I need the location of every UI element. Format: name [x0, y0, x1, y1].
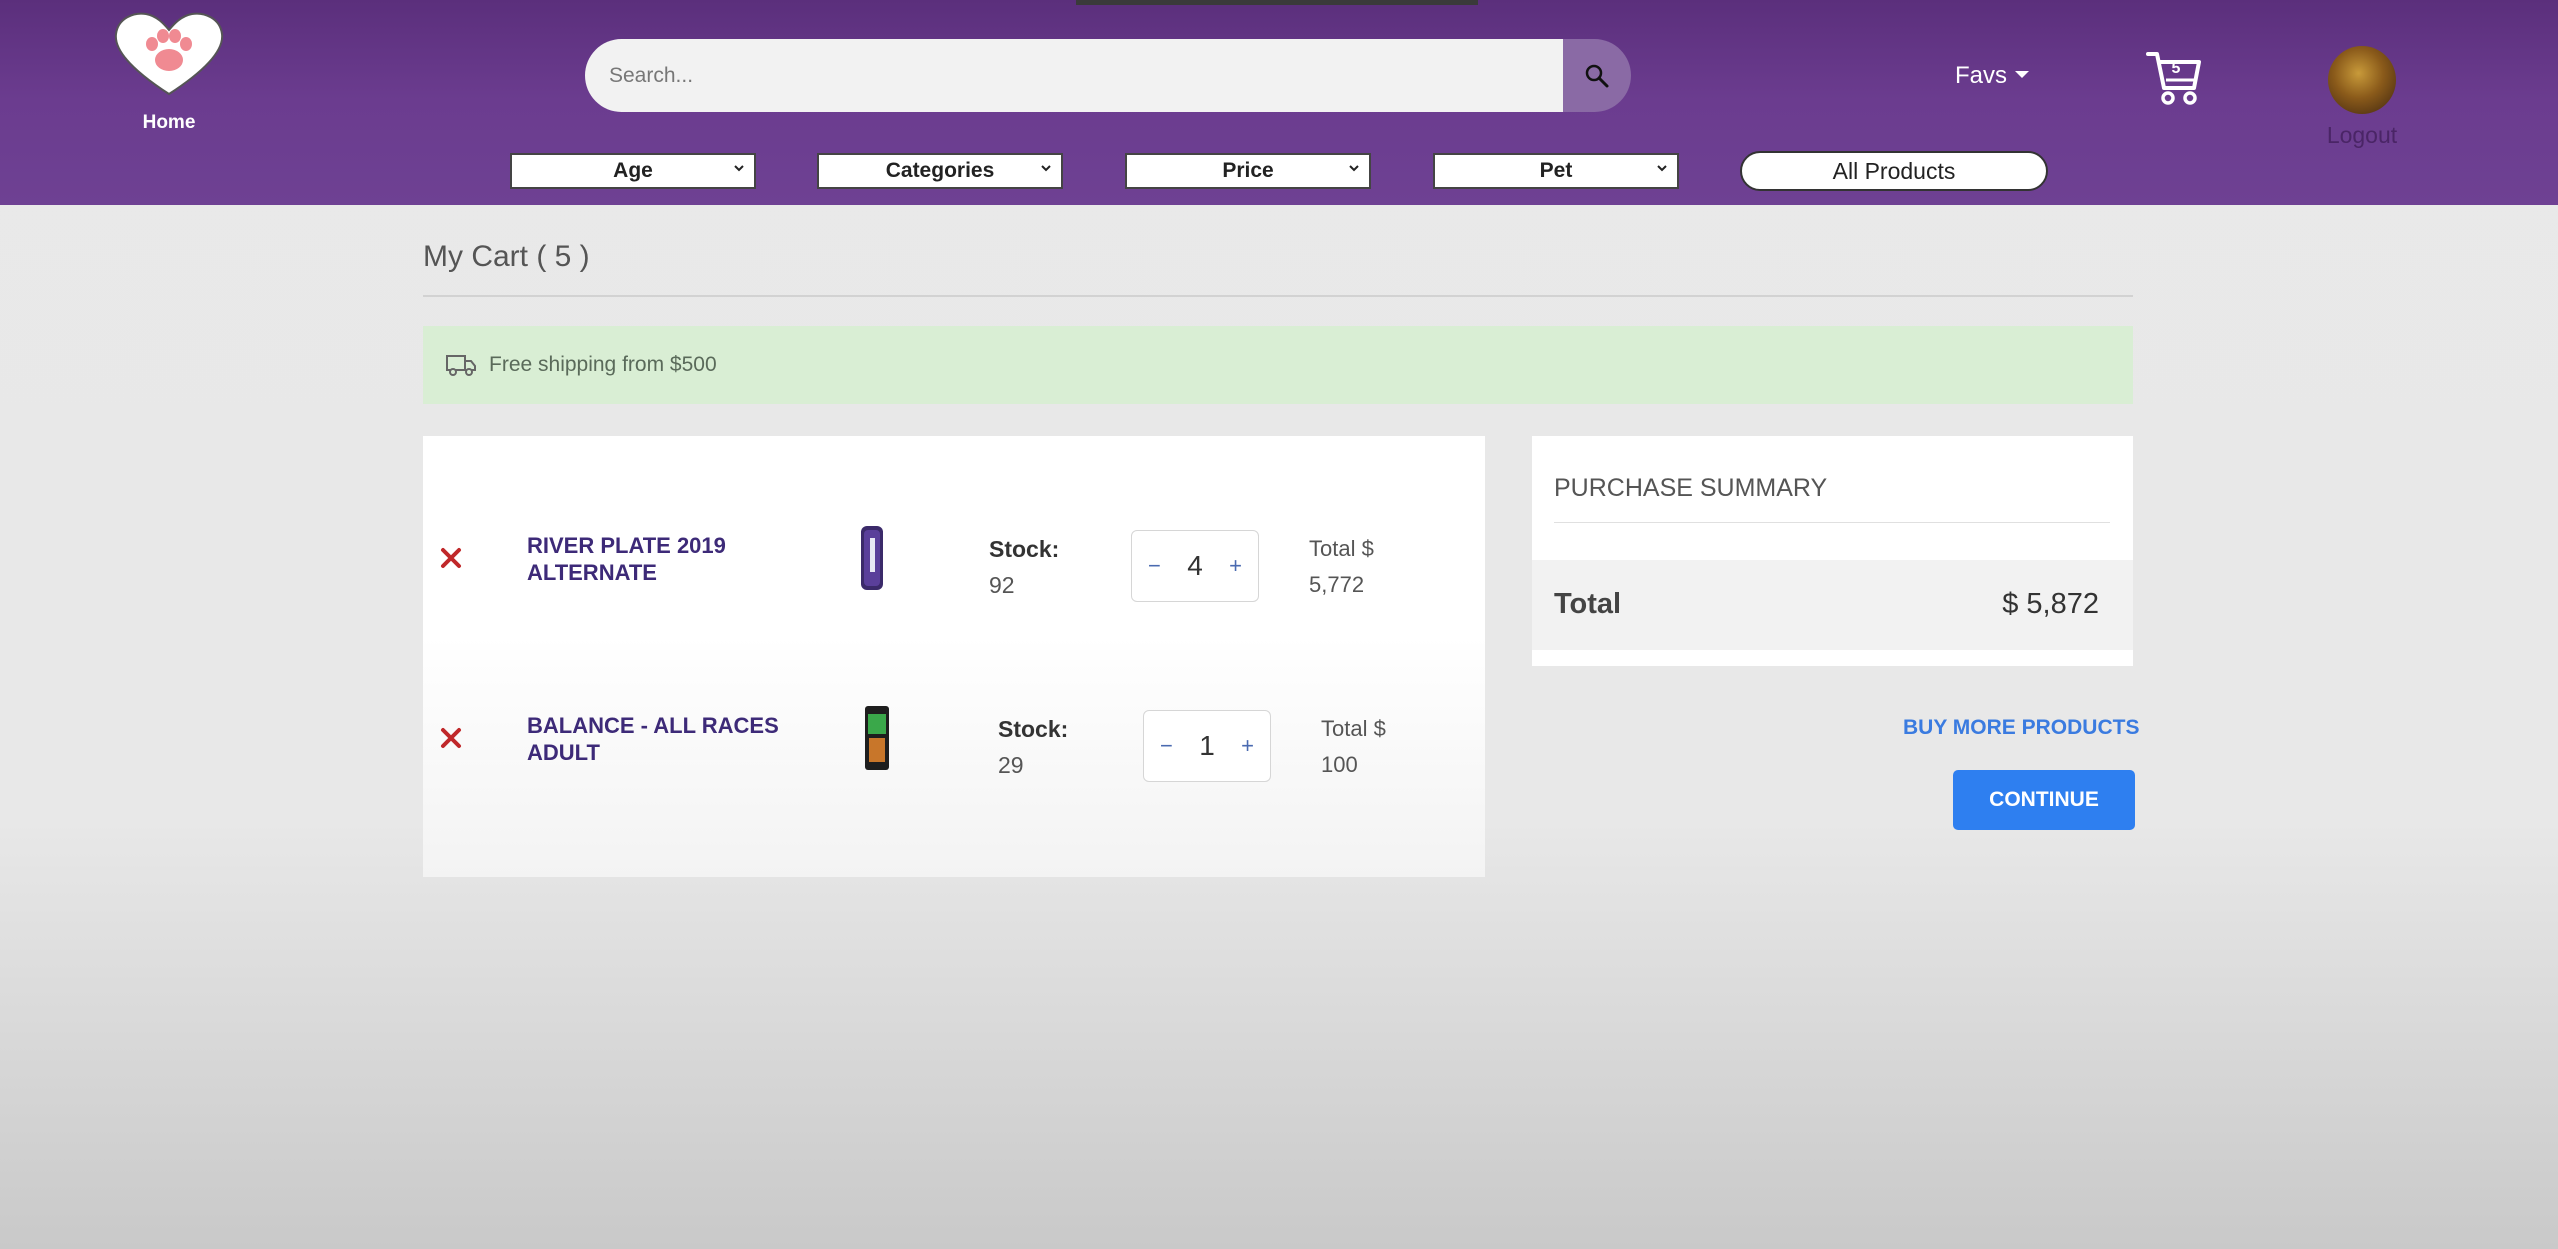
- cart-item: RIVER PLATE 2019 ALTERNATE Stock: 92 − 4…: [423, 526, 1485, 654]
- filter-pet-dropdown[interactable]: Pet: [1433, 153, 1679, 189]
- paw-heart-logo-icon[interactable]: [112, 10, 226, 98]
- remove-icon[interactable]: [439, 546, 463, 570]
- filter-age-label: Age: [613, 159, 653, 182]
- shipping-notice-text: Free shipping from $500: [489, 353, 717, 376]
- chevron-down-icon: [1041, 165, 1051, 172]
- summary-total-value: $ 5,872: [2002, 588, 2099, 620]
- all-products-button[interactable]: All Products: [1740, 151, 2048, 191]
- window-top-strip: [1076, 0, 1478, 5]
- chevron-down-icon: [1657, 165, 1667, 172]
- truck-icon: [446, 355, 476, 376]
- filter-price-label: Price: [1222, 159, 1274, 182]
- filter-age-dropdown[interactable]: Age: [510, 153, 756, 189]
- remove-icon[interactable]: [439, 726, 463, 750]
- search-bar: [585, 39, 1631, 112]
- decrease-quantity-button[interactable]: −: [1148, 553, 1161, 579]
- user-avatar[interactable]: [2328, 46, 2396, 114]
- caret-down-icon: [2015, 70, 2030, 78]
- item-total-label: Total $: [1309, 536, 1374, 561]
- quantity-stepper: − 1 +: [1143, 710, 1271, 782]
- stock-value: 29: [998, 752, 1024, 778]
- cart-items-panel: RIVER PLATE 2019 ALTERNATE Stock: 92 − 4…: [423, 436, 1485, 877]
- shopping-cart-icon[interactable]: [2144, 48, 2204, 108]
- filter-price-dropdown[interactable]: Price: [1125, 153, 1371, 189]
- divider: [1554, 522, 2110, 523]
- chevron-down-icon: [734, 165, 744, 172]
- top-navbar: Home Favs 5 Logout Age Categories Price …: [0, 0, 2558, 205]
- stock-value: 92: [989, 572, 1015, 598]
- increase-quantity-button[interactable]: +: [1229, 553, 1242, 579]
- quantity-stepper: − 4 +: [1131, 530, 1259, 602]
- item-total-value: 100: [1321, 752, 1358, 777]
- search-button[interactable]: [1563, 39, 1631, 112]
- logout-link[interactable]: Logout: [2318, 122, 2406, 149]
- page-title: My Cart ( 5 ): [423, 240, 590, 273]
- item-total-value: 5,772: [1309, 572, 1365, 597]
- product-name-link[interactable]: RIVER PLATE 2019 ALTERNATE: [527, 532, 817, 586]
- home-link[interactable]: Home: [112, 112, 226, 134]
- stock-label: Stock:: [989, 536, 1060, 562]
- product-image[interactable]: [863, 704, 891, 772]
- filter-categories-label: Categories: [885, 159, 995, 182]
- quantity-value[interactable]: 1: [1199, 730, 1215, 762]
- summary-total-label: Total: [1554, 588, 1622, 620]
- stock-label: Stock:: [998, 716, 1069, 742]
- cart-count-badge: 5: [2171, 60, 2181, 77]
- product-name-link[interactable]: BALANCE - ALL RACES ADULT: [527, 712, 817, 766]
- item-total-label: Total $: [1321, 716, 1386, 741]
- search-icon: [1585, 64, 1609, 87]
- summary-title: PURCHASE SUMMARY: [1554, 474, 1828, 502]
- shipping-notice: Free shipping from $500: [423, 326, 2133, 404]
- favs-dropdown[interactable]: Favs: [1955, 62, 2030, 90]
- filter-pet-label: Pet: [1539, 159, 1573, 182]
- increase-quantity-button[interactable]: +: [1241, 733, 1254, 759]
- purchase-summary-card: PURCHASE SUMMARY Total $ 5,872: [1532, 436, 2133, 666]
- decrease-quantity-button[interactable]: −: [1160, 733, 1173, 759]
- chevron-down-icon: [1349, 165, 1359, 172]
- product-image[interactable]: [858, 524, 886, 592]
- summary-total-row: Total $ 5,872: [1532, 560, 2133, 650]
- filter-categories-dropdown[interactable]: Categories: [817, 153, 1063, 189]
- continue-button[interactable]: CONTINUE: [1953, 770, 2135, 830]
- quantity-value[interactable]: 4: [1187, 550, 1203, 582]
- search-input[interactable]: [585, 39, 1563, 112]
- buy-more-products-link[interactable]: BUY MORE PRODUCTS: [1903, 716, 2139, 740]
- divider: [423, 295, 2133, 297]
- cart-item: BALANCE - ALL RACES ADULT Stock: 29 − 1 …: [423, 706, 1485, 834]
- favs-label: Favs: [1955, 62, 2008, 89]
